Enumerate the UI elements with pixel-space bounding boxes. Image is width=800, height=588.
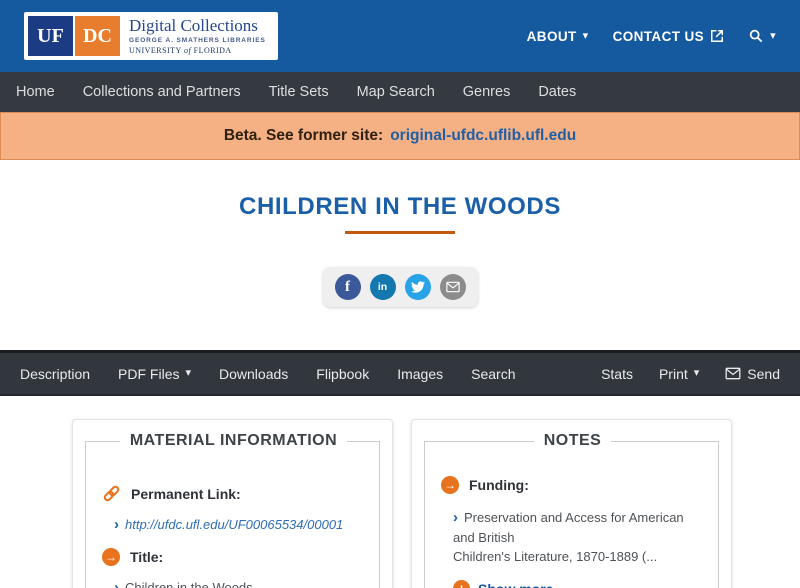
tab-pdf-files[interactable]: PDF Files ▾	[118, 366, 191, 382]
arrow-circle-icon: →	[102, 547, 120, 566]
link-chain-icon	[102, 484, 121, 503]
tab-downloads[interactable]: Downloads	[219, 366, 288, 382]
nav-item-genres[interactable]: Genres	[463, 84, 511, 100]
send-label: Send	[747, 365, 780, 382]
about-menu[interactable]: ABOUT ▾	[527, 29, 589, 44]
twitter-bird-icon	[410, 280, 425, 294]
header-utility-nav: ABOUT ▾ CONTACT US ▾	[527, 28, 776, 44]
chevron-right-icon: ›	[114, 578, 119, 588]
logo-florida-word: FLORIDA	[193, 46, 232, 56]
arrow-glyph: →	[105, 549, 117, 564]
envelope-icon	[725, 367, 741, 380]
facebook-share-button[interactable]: f	[334, 274, 361, 300]
material-information-card: MATERIAL INFORMATION Permanent Link: › ht…	[72, 419, 393, 588]
beta-banner-text: Beta. See former site:	[223, 127, 384, 144]
plus-circle-icon: +	[453, 580, 470, 588]
funding-label: Funding:	[469, 477, 529, 493]
dc-logo-tile: DC	[75, 16, 120, 56]
external-link-icon	[710, 29, 724, 43]
toolbar-right-group: Stats Print ▾ Send	[601, 366, 780, 382]
logo-subtitle-university: UNIVERSITY of FLORIDA	[129, 46, 266, 55]
search-icon	[748, 28, 764, 44]
item-metadata-section: MATERIAL INFORMATION Permanent Link: › ht…	[0, 396, 800, 588]
funding-value-line1: Preservation and Access for American and…	[453, 510, 684, 545]
notes-heading: NOTES	[543, 432, 602, 449]
tab-search[interactable]: Search	[471, 366, 515, 382]
main-nav: Home Collections and Partners Title Sets…	[0, 72, 800, 112]
caret-down-icon: ▾	[770, 29, 776, 42]
print-label: Print	[658, 365, 688, 382]
notes-fieldset: NOTES → Funding: › Preservation and Acces…	[424, 432, 719, 588]
uf-logo-tile: UF	[28, 16, 73, 56]
caret-down-icon: ▾	[185, 367, 192, 379]
arrow-glyph: →	[444, 478, 456, 492]
tab-images[interactable]: Images	[397, 366, 443, 382]
ufdc-logo[interactable]: UF DC Digital Collections GEORGE A. SMAT…	[24, 12, 278, 60]
nav-item-title-sets[interactable]: Title Sets	[269, 84, 329, 100]
funding-label-row: → Funding:	[441, 476, 704, 494]
former-site-link[interactable]: original-ufdc.uflib.ufl.edu	[390, 127, 576, 145]
contact-us-link[interactable]: CONTACT US	[613, 29, 725, 44]
envelope-icon	[445, 281, 460, 293]
nav-item-map-search[interactable]: Map Search	[357, 84, 435, 100]
twitter-share-button[interactable]	[404, 274, 431, 300]
permanent-link-label: Permanent Link:	[131, 485, 241, 502]
caret-down-icon: ▾	[582, 29, 589, 42]
chevron-right-icon: ›	[114, 516, 119, 533]
material-information-heading: MATERIAL INFORMATION	[129, 432, 338, 449]
caret-down-icon: ▾	[693, 367, 700, 379]
show-more-button[interactable]: + Show more	[453, 580, 704, 588]
arrow-circle-icon: →	[441, 476, 459, 494]
tab-flipbook[interactable]: Flipbook	[316, 366, 369, 382]
about-label: ABOUT	[526, 28, 577, 44]
chevron-right-icon: ›	[453, 509, 458, 526]
show-more-label: Show more	[478, 581, 553, 588]
email-share-button[interactable]	[439, 274, 466, 300]
notes-card: NOTES → Funding: › Preservation and Acces…	[411, 419, 732, 588]
funding-value-row: › Preservation and Access for American an…	[453, 507, 704, 566]
linkedin-share-button[interactable]: in	[369, 274, 396, 300]
search-menu[interactable]: ▾	[748, 28, 776, 44]
stats-button[interactable]: Stats	[601, 366, 633, 382]
logo-subtitle-libraries: GEORGE A. SMATHERS LIBRARIES	[129, 37, 266, 45]
permanent-link-url[interactable]: http://ufdc.ufl.edu/UF00065534/00001	[125, 517, 343, 532]
tab-description[interactable]: Description	[20, 366, 90, 382]
title-value-row: › Children in the Woods	[114, 579, 365, 588]
logo-title: Digital Collections	[129, 15, 258, 35]
print-menu[interactable]: Print ▾	[659, 366, 699, 382]
plus-glyph: +	[458, 581, 466, 588]
material-information-fieldset: MATERIAL INFORMATION Permanent Link: › ht…	[85, 432, 380, 588]
logo-university-word: UNIVERSITY	[129, 46, 182, 56]
nav-item-dates[interactable]: Dates	[538, 84, 576, 100]
send-button[interactable]: Send	[725, 366, 780, 382]
permanent-link-label-row: Permanent Link:	[102, 484, 365, 503]
logo-text: Digital Collections GEORGE A. SMATHERS L…	[129, 15, 266, 55]
funding-value-line2: Children's Literature, 1870-1889 (...	[453, 548, 658, 564]
permanent-link-value-row: › http://ufdc.ufl.edu/UF00065534/00001	[114, 516, 365, 535]
beta-banner: Beta. See former site: original-ufdc.ufl…	[0, 112, 800, 160]
item-toolbar: Description PDF Files ▾ Downloads Flipbo…	[0, 350, 800, 396]
contact-us-label: CONTACT US	[612, 28, 705, 44]
nav-item-collections-and-partners[interactable]: Collections and Partners	[83, 84, 241, 100]
nav-item-home[interactable]: Home	[16, 84, 55, 100]
title-value: Children in the Woods	[125, 579, 253, 588]
page-title: CHILDREN IN THE WOODS	[239, 193, 561, 220]
title-label: Title:	[130, 548, 164, 565]
site-header: UF DC Digital Collections GEORGE A. SMAT…	[0, 0, 800, 72]
item-hero: CHILDREN IN THE WOODS f in	[0, 160, 800, 350]
social-share-bar: f in	[322, 267, 478, 307]
title-label-row: → Title:	[102, 547, 365, 566]
logo-of-word: of	[183, 46, 192, 56]
pdf-files-label: PDF Files	[118, 365, 180, 382]
